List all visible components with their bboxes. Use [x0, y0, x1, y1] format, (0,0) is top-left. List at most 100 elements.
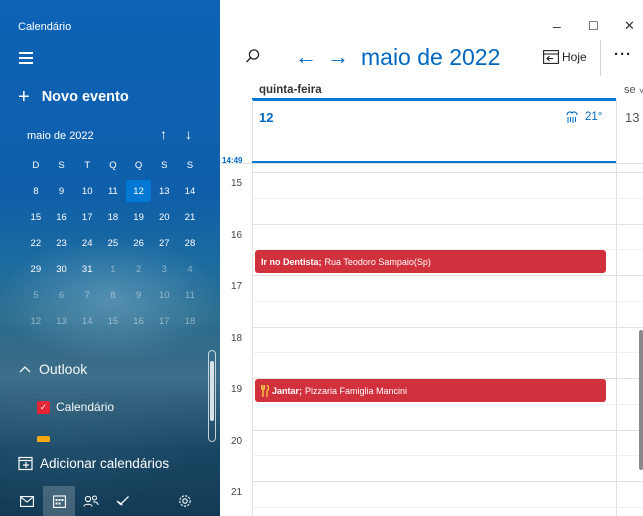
mini-calendar-day[interactable]: 23 — [49, 232, 75, 254]
close-button[interactable]: ✕ — [624, 18, 635, 34]
mini-calendar-day[interactable]: 10 — [151, 284, 177, 306]
mini-calendar-day[interactable]: 13 — [49, 310, 75, 332]
outlook-label: Outlook — [39, 361, 88, 377]
mini-calendar-day[interactable]: 17 — [74, 206, 100, 228]
mini-calendar-day[interactable]: 17 — [151, 310, 177, 332]
outlook-account-toggle[interactable]: Outlook — [19, 361, 87, 377]
calendar-icon[interactable] — [43, 486, 75, 516]
event-location: Pizzaria Famiglia Mancini — [305, 385, 408, 396]
calendar-item-label: Calendário — [56, 400, 115, 414]
hamburger-menu-icon[interactable] — [19, 52, 33, 64]
mini-calendar-day[interactable]: 22 — [23, 232, 49, 254]
mini-calendar-day[interactable]: 12 — [23, 310, 49, 332]
mini-calendar-week: 8 9 10 11 12 13 14 — [23, 180, 203, 206]
mini-calendar-day[interactable]: 4 — [177, 258, 203, 280]
weekday-label: S — [161, 159, 168, 171]
hour-line — [252, 275, 643, 276]
minimize-button[interactable]: – — [553, 18, 561, 34]
arrow-right-icon[interactable]: → — [327, 44, 349, 70]
today-icon — [543, 50, 559, 64]
main-scrollbar[interactable] — [639, 330, 643, 470]
mini-calendar-month-label[interactable]: maio de 2022 — [27, 130, 94, 142]
mini-calendar-day[interactable]: 27 — [151, 232, 177, 254]
mail-icon[interactable] — [11, 486, 43, 516]
mini-calendar-week: 22 23 24 25 26 27 28 — [23, 232, 203, 258]
mini-calendar-day[interactable]: 11 — [177, 284, 203, 306]
mini-calendar-week: 5 6 7 8 9 10 11 — [23, 284, 203, 310]
sidebar-scrollbar-thumb[interactable] — [210, 361, 214, 421]
mini-calendar-day[interactable]: 19 — [126, 206, 152, 228]
mini-calendar-day[interactable]: 29 — [23, 258, 49, 280]
weekday-label: D — [32, 159, 40, 171]
half-hour-line — [252, 506, 643, 508]
mini-calendar-day-today[interactable]: 12 — [125, 180, 152, 202]
mini-calendar-day[interactable]: 16 — [126, 310, 152, 332]
search-icon[interactable] — [245, 48, 261, 69]
event-title: Jantar; — [272, 385, 303, 396]
mini-calendar-day[interactable]: 18 — [177, 310, 203, 332]
new-event-button[interactable]: + Novo evento — [18, 87, 129, 107]
mini-calendar-day[interactable]: 24 — [74, 232, 100, 254]
mini-calendar-day[interactable]: 20 — [151, 206, 177, 228]
half-hour-line — [252, 455, 643, 457]
mini-calendar-day[interactable]: 14 — [74, 310, 100, 332]
day-number[interactable]: 12 — [259, 110, 273, 125]
mini-calendar-day[interactable]: 7 — [74, 284, 100, 306]
mini-calendar-day[interactable]: 25 — [100, 232, 126, 254]
mini-calendar-day[interactable]: 14 — [177, 180, 203, 202]
mini-calendar-day[interactable]: 5 — [23, 284, 49, 306]
mini-calendar-day[interactable]: 9 — [126, 284, 152, 306]
arrow-up-icon[interactable]: ↑ — [160, 126, 167, 142]
mini-calendar-day[interactable]: 10 — [74, 180, 100, 202]
todo-icon[interactable] — [107, 486, 139, 516]
mini-calendar-day[interactable]: 8 — [23, 180, 49, 202]
bottom-nav — [0, 486, 220, 516]
checkbox-checked-icon[interactable]: ✓ — [37, 400, 50, 414]
month-title[interactable]: maio de 2022 — [361, 44, 500, 71]
mini-calendar-day[interactable]: 1 — [100, 258, 126, 280]
half-hour-line — [252, 197, 643, 199]
mini-calendar-day[interactable]: 2 — [126, 258, 152, 280]
mini-calendar-day[interactable]: 13 — [151, 180, 177, 202]
mini-calendar-day[interactable]: 15 — [100, 310, 126, 332]
hour-line — [252, 223, 643, 225]
people-icon[interactable] — [75, 486, 107, 516]
mini-calendar-day[interactable]: 21 — [177, 206, 203, 228]
weekday-label: S — [58, 159, 65, 171]
mini-calendar-day[interactable]: 31 — [74, 258, 100, 280]
mini-calendar-day[interactable]: 8 — [100, 284, 126, 306]
half-hour-line — [252, 403, 643, 405]
hour-line — [252, 172, 643, 173]
hour-label: 18 — [231, 332, 243, 344]
half-hour-line — [252, 352, 643, 354]
mini-calendar-day[interactable]: 11 — [100, 180, 126, 202]
settings-icon[interactable] — [169, 486, 201, 516]
mini-calendar-day[interactable]: 6 — [49, 284, 75, 306]
hour-label: 19 — [231, 384, 243, 395]
current-time-label: 14:49 — [222, 156, 243, 165]
mini-calendar-day[interactable]: 18 — [100, 206, 126, 228]
mini-calendar-day[interactable]: 16 — [49, 206, 75, 228]
next-day-number[interactable]: 13 — [625, 110, 639, 125]
hour-label: 17 — [231, 281, 243, 292]
sidebar-scrollbar[interactable] — [208, 350, 216, 442]
maximize-button[interactable]: ☐ — [588, 19, 599, 33]
mini-calendar-day[interactable]: 9 — [49, 180, 75, 202]
mini-calendar-day[interactable]: 28 — [177, 232, 203, 254]
calendar-item-calendario[interactable]: ✓ Calendário — [37, 400, 114, 414]
event-ir-no-dentista[interactable]: Ir no Dentista; Rua Teodoro Sampaio(Sp) — [255, 250, 606, 273]
mini-calendar-day[interactable]: 30 — [49, 258, 75, 280]
mini-calendar-day[interactable]: 15 — [23, 206, 49, 228]
mini-calendar-day[interactable]: 26 — [126, 232, 152, 254]
mini-calendar-day[interactable]: 3 — [151, 258, 177, 280]
more-options-button[interactable]: ··· — [614, 46, 632, 63]
weekday-label: Q — [109, 159, 117, 171]
arrow-left-icon[interactable]: ← — [295, 44, 317, 70]
sidebar: Calendário + Novo evento maio de 2022 ↑ … — [0, 0, 220, 516]
today-button[interactable]: Hoje — [543, 50, 587, 64]
add-calendars-button[interactable]: Adicionar calendários — [18, 455, 169, 471]
arrow-down-icon[interactable]: ↓ — [185, 126, 192, 142]
weather-widget[interactable]: 21° — [565, 110, 602, 124]
event-jantar[interactable]: Jantar; Pizzaria Famiglia Mancini — [255, 379, 606, 402]
current-time-line — [252, 161, 616, 163]
